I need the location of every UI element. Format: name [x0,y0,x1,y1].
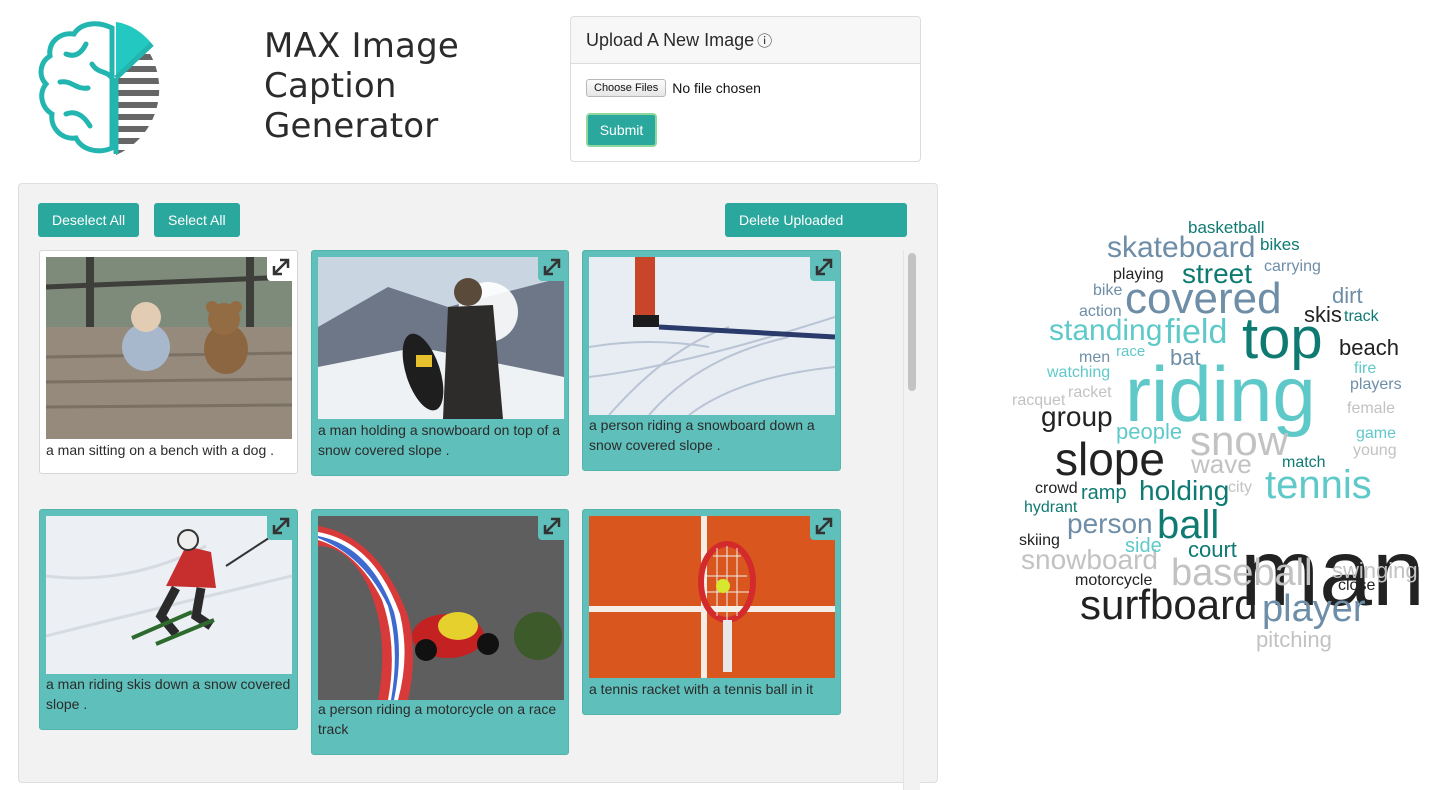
photo-tennis-racket [589,516,835,678]
wordcloud-word: motorcycle [1075,572,1152,589]
wordcloud-word: playing [1113,266,1164,283]
card-caption: a man holding a snowboard on top of a sn… [318,422,561,458]
wordcloud-word: skiing [1019,532,1060,549]
photo-child-teddy-bear [46,257,292,439]
wordcloud-word: side [1125,535,1162,557]
scrollbar-thumb[interactable] [908,253,916,391]
file-status: No file chosen [672,80,761,96]
wordcloud-word: players [1350,376,1402,393]
wordcloud-word: close [1338,577,1375,594]
wordcloud-word: beach [1339,335,1399,360]
upload-header-label: Upload A New Image [586,30,755,50]
info-circle-icon[interactable]: ⓘ [757,33,772,50]
image-card[interactable]: a man holding a snowboard on top of a sn… [311,250,569,476]
image-card[interactable]: a person riding a snowboard down a snow … [582,250,841,471]
wordcloud-word: city [1228,479,1252,496]
card-caption: a man riding skis down a snow covered sl… [46,676,291,712]
image-card[interactable]: a man riding skis down a snow covered sl… [39,509,298,730]
expand-icon[interactable] [267,512,295,540]
submit-button[interactable]: Submit [586,113,657,147]
expand-icon[interactable] [267,253,295,281]
brain-logo [38,21,160,155]
photo-motorcycle [318,516,564,700]
card-caption: a tennis racket with a tennis ball in it [589,681,814,697]
wordcloud-word: race [1116,343,1145,360]
expand-icon[interactable] [538,253,566,281]
wordcloud-word: action [1079,303,1122,320]
wordcloud-word: holding [1139,475,1229,506]
select-all-button[interactable]: Select All [154,203,240,237]
wordcloud-word: watching [1046,364,1110,381]
wordcloud-word: bikes [1260,235,1300,254]
choose-files-button[interactable]: Choose Files [586,79,667,97]
wordcloud-word: skis [1304,302,1342,327]
image-card[interactable]: a person riding a motorcycle on a race t… [311,509,569,755]
wordcloud-word: wave [1190,449,1252,479]
wordcloud-word: young [1353,442,1397,459]
gallery-scrollbar[interactable] [903,250,920,790]
wordcloud-word: match [1282,454,1326,471]
image-card[interactable]: a tennis racket with a tennis ball in it [582,509,841,715]
wordcloud-word: court [1188,537,1237,562]
photo-snowboarder [318,257,564,419]
delete-uploaded-images-button[interactable]: Delete Uploaded Images [725,203,907,262]
upload-panel: Upload A New Image ⓘ Choose Files No file… [570,16,921,162]
file-picker: Choose Files No file chosen [586,79,761,97]
photo-skier [46,516,292,674]
wordcloud-word: bat [1170,345,1201,370]
gallery-panel: Deselect All Select All Delete Uploaded … [18,183,938,790]
wordcloud-word: racquet [1012,392,1066,409]
expand-icon[interactable] [538,512,566,540]
wordcloud-word: track [1344,308,1380,325]
wordcloud-word: bike [1093,282,1122,299]
wordcloud-word: carrying [1264,258,1321,275]
wordcloud-word: ramp [1081,482,1127,504]
wordcloud-word: fire [1354,360,1376,377]
wordcloud-word: street [1182,258,1252,289]
wordcloud-word: crowd [1035,480,1078,497]
caption-word-cloud: manridingtopslopesurfboardcoveredsnowten… [1012,218,1425,652]
card-caption: a man sitting on a bench with a dog . [46,442,275,458]
wordcloud-word: player [1262,588,1366,630]
card-caption: a person riding a motorcycle on a race t… [318,701,557,737]
expand-icon[interactable] [810,253,838,281]
card-caption: a person riding a snowboard down a snow … [589,417,815,453]
wordcloud-word: racket [1068,384,1112,401]
deselect-all-button[interactable]: Deselect All [38,203,140,237]
app-title: MAX Image Caption Generator [264,26,459,146]
wordcloud-word: people [1116,419,1182,444]
expand-icon[interactable] [810,512,838,540]
wordcloud-word: female [1347,400,1395,417]
upload-header: Upload A New Image ⓘ [571,17,920,64]
wordcloud-word: hydrant [1024,499,1078,516]
wordcloud-word: pitching [1256,627,1332,652]
wordcloud-word: basketball [1188,218,1265,237]
image-card[interactable]: a man sitting on a bench with a dog . [39,250,298,474]
wordcloud-word: game [1356,425,1396,442]
photo-snow-legs [589,257,835,415]
